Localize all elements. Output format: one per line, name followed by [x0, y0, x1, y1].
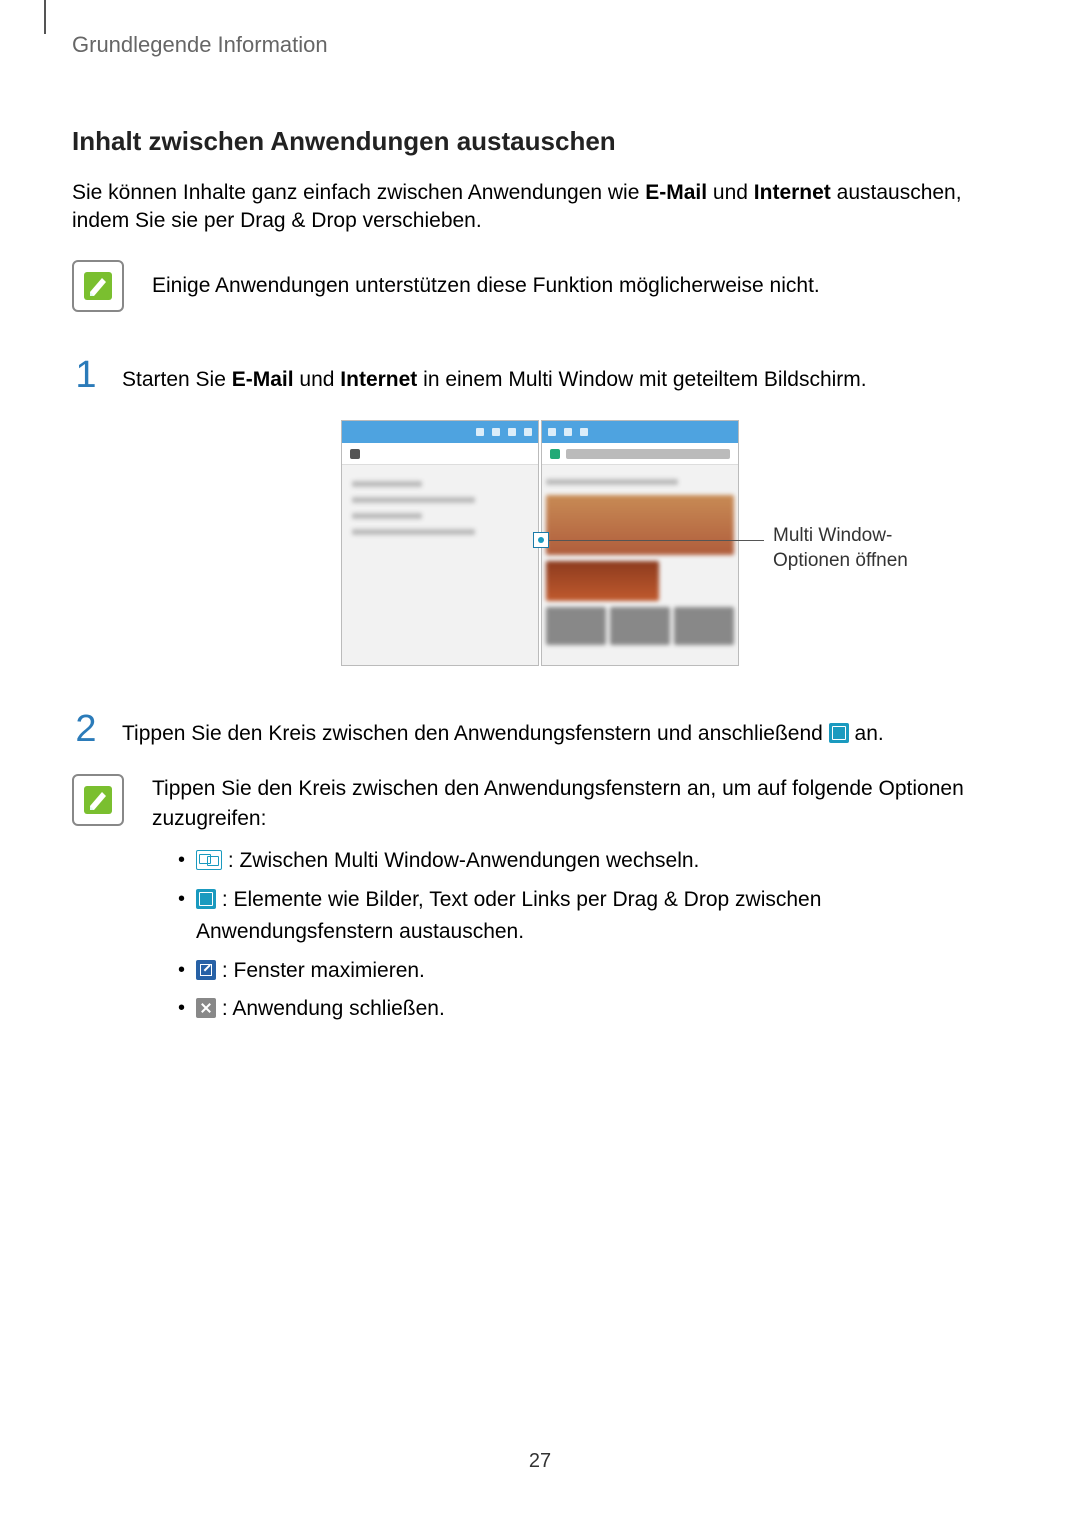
image-thumb: [546, 607, 606, 645]
header-control-icon: [508, 428, 516, 436]
header-control-icon: [476, 428, 484, 436]
address-bar-placeholder: [566, 449, 730, 459]
step-2: 2 Tippen Sie den Kreis zwischen den Anwe…: [72, 710, 1008, 748]
placeholder-line: [352, 497, 475, 503]
step-1-e: in einem Multi Window mit geteiltem Bild…: [417, 368, 866, 391]
image-thumb: [674, 607, 734, 645]
option-close: : Anwendung schließen.: [178, 993, 1008, 1026]
figure-right-pane: [541, 420, 739, 666]
thumb-row: [546, 607, 734, 645]
step-1-b: E-Mail: [232, 368, 294, 391]
intro-paragraph: Sie können Inhalte ganz einfach zwischen…: [72, 179, 1008, 236]
callout-line1: Multi Window-: [773, 525, 892, 546]
page-edge-mark: [44, 0, 46, 34]
header-control-icon: [580, 428, 588, 436]
intro-text-c: und: [707, 181, 754, 204]
pane-header-right: [542, 421, 738, 443]
step-1-a: Starten Sie: [122, 368, 232, 391]
figure-multiwindow: Multi Window- Optionen öffnen: [72, 420, 1008, 666]
note-block: Einige Anwendungen unterstützen diese Fu…: [72, 260, 1008, 312]
drag-drop-icon: [196, 889, 216, 909]
option-drag-text: : Elemente wie Bilder, Text oder Links p…: [196, 888, 821, 944]
option-maximize: : Fenster maximieren.: [178, 955, 1008, 988]
option-switch-text: : Zwischen Multi Window-Anwendungen wech…: [222, 849, 699, 872]
header-control-icon: [524, 428, 532, 436]
placeholder-line: [352, 481, 422, 487]
figure-left-pane: [341, 420, 539, 666]
step-1-d: Internet: [340, 368, 417, 391]
pane-toolbar-right: [542, 443, 738, 465]
multiwindow-handle-icon: [533, 532, 549, 548]
pencil-note-icon: [80, 782, 116, 818]
callout-leader-line: [549, 540, 764, 541]
placeholder-line: [352, 513, 422, 519]
figure-inner: Multi Window- Optionen öffnen: [341, 420, 739, 666]
page-content: Grundlegende Information Inhalt zwischen…: [0, 0, 1080, 1032]
section-title: Inhalt zwischen Anwendungen austauschen: [72, 126, 1008, 157]
header-control-icon: [492, 428, 500, 436]
intro-bold-email: E-Mail: [645, 181, 707, 204]
pane-header-left: [342, 421, 538, 443]
step-2-b: an.: [849, 722, 884, 745]
page-number: 27: [0, 1450, 1080, 1473]
header-control-icon: [548, 428, 556, 436]
step-1-c: und: [294, 368, 341, 391]
maximize-icon: [196, 960, 216, 980]
step-2-a: Tippen Sie den Kreis zwischen den Anwend…: [122, 722, 829, 745]
image-thumb: [610, 607, 670, 645]
note-text: Einige Anwendungen unterstützen diese Fu…: [152, 272, 820, 300]
step-1: 1 Starten Sie E-Mail und Internet in ein…: [72, 356, 1008, 394]
option-switch: : Zwischen Multi Window-Anwendungen wech…: [178, 845, 1008, 878]
close-icon: [196, 998, 216, 1018]
note-icon: [72, 260, 124, 312]
toolbar-icon: [350, 449, 360, 459]
option-drag: : Elemente wie Bilder, Text oder Links p…: [178, 884, 1008, 949]
placeholder-line: [352, 529, 475, 535]
options-list: : Zwischen Multi Window-Anwendungen wech…: [152, 845, 1008, 1026]
options-content: Tippen Sie den Kreis zwischen den Anwend…: [152, 774, 1008, 1032]
pane-toolbar-left: [342, 443, 538, 465]
pane-body-left: [342, 465, 538, 551]
image-thumb: [546, 495, 734, 555]
intro-bold-internet: Internet: [754, 181, 831, 204]
step-1-number: 1: [72, 356, 100, 394]
pencil-note-icon: [80, 268, 116, 304]
image-thumb: [546, 561, 659, 601]
note-icon: [72, 774, 124, 826]
drag-drop-icon: [829, 723, 849, 743]
step-1-body: Starten Sie E-Mail und Internet in einem…: [122, 356, 1008, 394]
callout-line2: Optionen öffnen: [773, 550, 908, 571]
option-close-text: : Anwendung schließen.: [216, 997, 445, 1020]
intro-text-a: Sie können Inhalte ganz einfach zwischen…: [72, 181, 645, 204]
options-intro: Tippen Sie den Kreis zwischen den Anwend…: [152, 774, 1008, 833]
header-control-icon: [564, 428, 572, 436]
step-2-body: Tippen Sie den Kreis zwischen den Anwend…: [122, 710, 1008, 748]
callout-label: Multi Window- Optionen öffnen: [773, 524, 933, 573]
breadcrumb: Grundlegende Information: [72, 32, 1008, 58]
switch-apps-icon: [196, 850, 222, 870]
step-2-number: 2: [72, 710, 100, 748]
option-maximize-text: : Fenster maximieren.: [216, 959, 425, 982]
pane-body-right: [542, 465, 738, 649]
placeholder-line: [546, 479, 678, 485]
toolbar-icon: [550, 449, 560, 459]
options-note-block: Tippen Sie den Kreis zwischen den Anwend…: [72, 774, 1008, 1032]
